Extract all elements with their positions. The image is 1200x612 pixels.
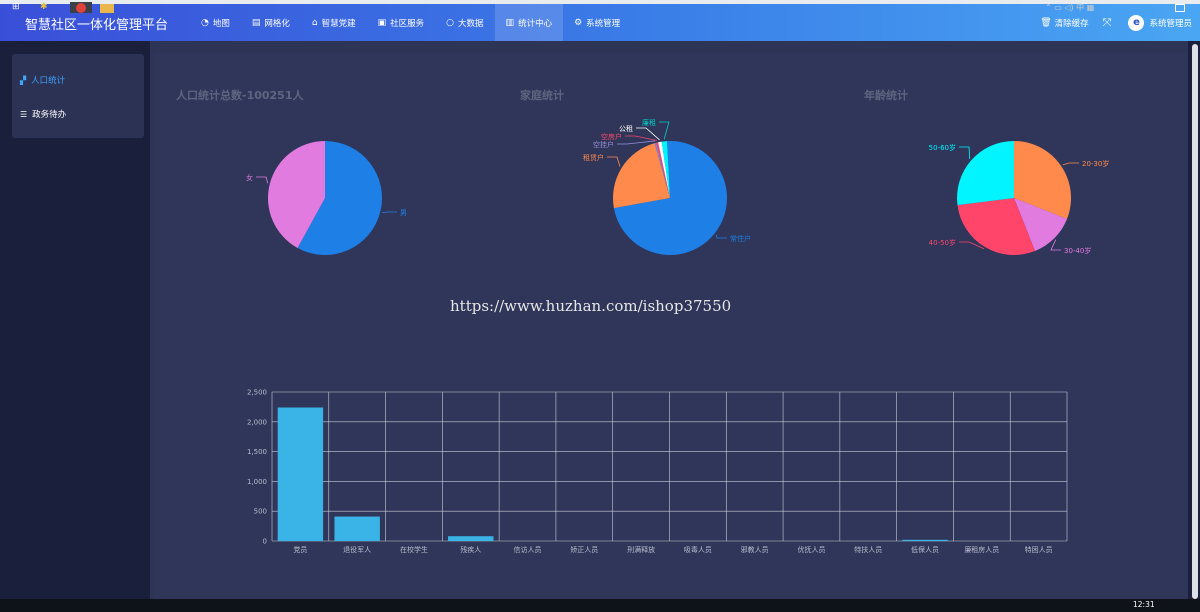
pie-label: 女: [246, 173, 253, 182]
chrome-taskbar-icon[interactable]: [70, 2, 92, 13]
bar-x-tick-label: 在校学生: [400, 545, 428, 554]
app-icon[interactable]: ✱: [40, 2, 52, 13]
bar-x-tick-label: 吸毒人员: [684, 545, 712, 554]
bar-x-tick-label: 残疾人: [460, 545, 481, 554]
pie-slice: [956, 141, 1014, 206]
pie-label: 廉租: [642, 118, 656, 127]
pie-label: 公租: [619, 125, 633, 133]
bar-x-tick-label: 刑满释放: [627, 545, 655, 554]
system-tray-icons[interactable]: ⌃ ▭ ◁) 中 ▦: [1045, 2, 1115, 13]
folder-icon[interactable]: [100, 4, 114, 13]
pie-leader-line: [607, 156, 621, 167]
bar-y-tick-label: 500: [254, 508, 267, 516]
pie-leader-line: [715, 234, 727, 239]
pie-label: 男: [400, 209, 407, 217]
bar: [277, 407, 324, 541]
pie-leader-line: [1050, 239, 1061, 251]
pie-label: 常住户: [730, 234, 751, 243]
bar-x-tick-label: 特困人员: [1025, 545, 1053, 554]
bar-x-tick-label: 廉租房人员: [964, 545, 999, 554]
pie-label: 40-50岁: [929, 238, 956, 247]
bar-x-tick-label: 党员: [293, 545, 307, 554]
pie-leader-line: [256, 176, 269, 184]
bar-x-tick-label: 矫正人员: [570, 545, 598, 554]
taskbar-clock: 12:31: [1133, 600, 1155, 609]
bar-x-tick-label: 邪教人员: [741, 545, 769, 554]
bar-x-tick-label: 退役军人: [343, 545, 371, 554]
bar-x-tick-label: 优抚人员: [797, 545, 825, 554]
pie-label: 50-60岁: [929, 143, 956, 152]
pie-leader-line: [382, 211, 397, 214]
bar-x-tick-label: 信访人员: [514, 545, 542, 554]
pie-leader-line: [659, 121, 670, 140]
bar-y-tick-label: 2,500: [247, 389, 267, 397]
bar-x-tick-label: 低保人员: [911, 545, 939, 554]
bar: [448, 536, 494, 541]
notification-icon[interactable]: [1175, 4, 1185, 12]
pie-label: 20-30岁: [1082, 159, 1109, 168]
pie-label: 租赁户: [583, 153, 604, 162]
bar-y-tick-label: 1,500: [247, 448, 267, 456]
pie-leader-line: [1062, 162, 1079, 166]
pie-leader-line: [617, 140, 656, 145]
watermark: https://www.huzhan.com/ishop37550: [450, 297, 732, 315]
bar: [334, 516, 380, 541]
pie-leader-line: [959, 146, 971, 160]
bar-x-tick-label: 特扶人员: [854, 545, 882, 554]
bar: [902, 539, 948, 541]
chrome-icon: [76, 3, 86, 13]
windows-start-icon[interactable]: ⊞: [12, 2, 24, 13]
pie-label: 空房户: [601, 132, 622, 141]
bar-y-tick-label: 0: [263, 538, 267, 546]
pie-leader-line: [636, 127, 660, 141]
pie-leader-line: [625, 135, 657, 141]
pie-label: 30-40岁: [1064, 246, 1091, 255]
pie-label: 空挂户: [593, 140, 614, 149]
bar-y-tick-label: 2,000: [247, 418, 267, 426]
taskbar: [0, 599, 1200, 612]
bar-y-tick-label: 1,000: [247, 478, 267, 486]
